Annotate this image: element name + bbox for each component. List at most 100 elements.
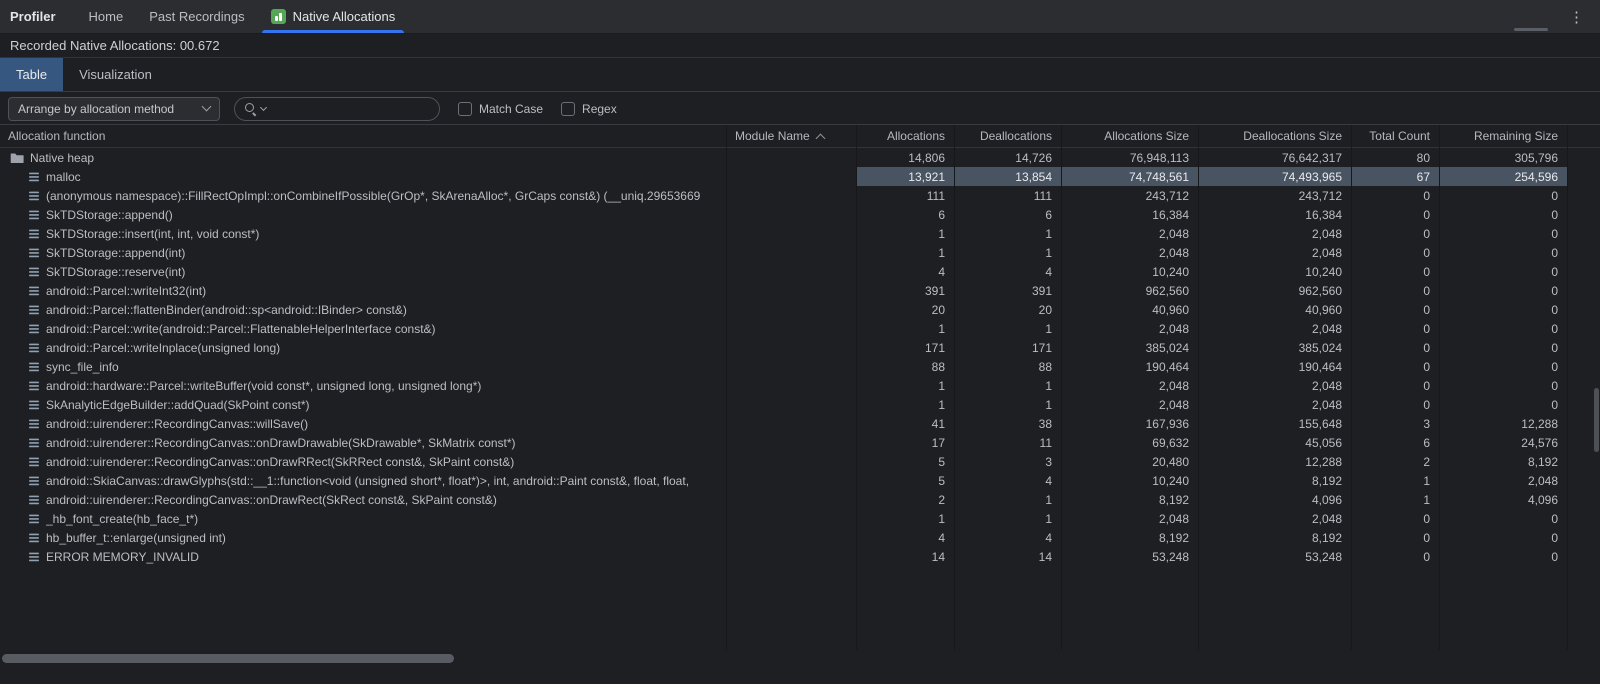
search-input[interactable] [272, 101, 430, 117]
table-row[interactable]: malloc13,92113,85474,748,56174,493,96567… [0, 167, 1600, 186]
module-name-cell [727, 357, 857, 376]
table-row[interactable]: android::uirenderer::RecordingCanvas::on… [0, 452, 1600, 471]
arrange-dropdown[interactable]: Arrange by allocation method [8, 97, 220, 121]
value-cell: 0 [1440, 338, 1568, 357]
value-cell: 20,480 [1062, 452, 1199, 471]
value-cell: 16,384 [1062, 205, 1199, 224]
value-cell: 243,712 [1062, 186, 1199, 205]
tab-label: Table [16, 67, 47, 82]
tab-home[interactable]: Home [76, 0, 137, 33]
value-cell: 80 [1352, 148, 1440, 167]
value-cell: 1 [857, 395, 955, 414]
match-case-checkbox[interactable]: Match Case [458, 102, 543, 116]
table-row[interactable]: _hb_font_create(hb_face_t*)112,0482,0480… [0, 509, 1600, 528]
table-row[interactable]: Native heap14,80614,72676,948,11376,642,… [0, 148, 1600, 167]
module-name-cell [727, 509, 857, 528]
module-name-cell [727, 490, 857, 509]
tab-past-recordings[interactable]: Past Recordings [136, 0, 257, 33]
table-row[interactable]: android::uirenderer::RecordingCanvas::wi… [0, 414, 1600, 433]
column-header-module-name[interactable]: Module Name [727, 125, 857, 147]
search-icon [244, 102, 257, 115]
value-cell: 0 [1352, 509, 1440, 528]
value-cell: 8,192 [1199, 528, 1352, 547]
value-cell: 2,048 [1199, 224, 1352, 243]
value-cell: 1 [1352, 471, 1440, 490]
value-cell: 8,192 [1440, 452, 1568, 471]
method-icon [28, 380, 40, 392]
table-row[interactable]: SkTDStorage::append(int)112,0482,04800 [0, 243, 1600, 262]
column-header-remaining-size[interactable]: Remaining Size [1440, 125, 1568, 147]
module-name-cell [727, 281, 857, 300]
value-cell: 45,056 [1199, 433, 1352, 452]
column-header-allocation-function[interactable]: Allocation function [0, 125, 727, 147]
table-row[interactable]: android::Parcel::flattenBinder(android::… [0, 300, 1600, 319]
column-header-deallocations-size[interactable]: Deallocations Size [1199, 125, 1352, 147]
column-header-allocations[interactable]: Allocations [857, 125, 955, 147]
table-row[interactable]: SkTDStorage::insert(int, int, void const… [0, 224, 1600, 243]
value-cell: 67 [1352, 167, 1440, 186]
method-icon [28, 437, 40, 449]
tabs-scrollbar-thumb[interactable] [1514, 28, 1548, 31]
table-row[interactable]: android::Parcel::writeInplace(unsigned l… [0, 338, 1600, 357]
value-cell: 16,384 [1199, 205, 1352, 224]
value-cell: 4,096 [1199, 490, 1352, 509]
function-name: _hb_font_create(hb_face_t*) [46, 512, 198, 526]
module-name-cell [727, 471, 857, 490]
table-row[interactable]: (anonymous namespace)::FillRectOpImpl::o… [0, 186, 1600, 205]
table-row[interactable]: android::SkiaCanvas::drawGlyphs(std::__1… [0, 471, 1600, 490]
column-header-allocations-size[interactable]: Allocations Size [1062, 125, 1199, 147]
value-cell: 111 [955, 186, 1062, 205]
value-cell: 12,288 [1199, 452, 1352, 471]
module-name-cell [727, 433, 857, 452]
column-header-deallocations[interactable]: Deallocations [955, 125, 1062, 147]
method-icon [28, 304, 40, 316]
horizontal-scrollbar-thumb[interactable] [2, 654, 454, 663]
tab-native-allocations[interactable]: Native Allocations [258, 0, 409, 33]
module-name-cell [727, 414, 857, 433]
function-name: SkTDStorage::reserve(int) [46, 265, 185, 279]
function-name: Native heap [30, 151, 94, 165]
table-row[interactable]: SkTDStorage::append()6616,38416,38400 [0, 205, 1600, 224]
search-box[interactable] [234, 97, 440, 121]
value-cell: 40,960 [1062, 300, 1199, 319]
value-cell: 2,048 [1062, 376, 1199, 395]
table-row[interactable]: android::uirenderer::RecordingCanvas::on… [0, 490, 1600, 509]
table-row[interactable]: SkTDStorage::reserve(int)4410,24010,2400… [0, 262, 1600, 281]
column-label: Allocation function [8, 129, 105, 143]
table-row[interactable]: android::Parcel::write(android::Parcel::… [0, 319, 1600, 338]
table-row[interactable]: android::Parcel::writeInt32(int)39139196… [0, 281, 1600, 300]
value-cell: 0 [1440, 319, 1568, 338]
method-icon [28, 551, 40, 563]
value-cell: 4 [857, 528, 955, 547]
module-name-cell [727, 167, 857, 186]
value-cell: 1 [857, 319, 955, 338]
function-name: android::SkiaCanvas::drawGlyphs(std::__1… [46, 474, 689, 488]
value-cell: 1 [955, 490, 1062, 509]
table-row[interactable]: ERROR MEMORY_INVALID141453,24853,24800 [0, 547, 1600, 566]
tab-table[interactable]: Table [0, 58, 63, 91]
value-cell: 0 [1440, 205, 1568, 224]
module-name-cell [727, 338, 857, 357]
regex-checkbox[interactable]: Regex [561, 102, 617, 116]
table-row[interactable]: hb_buffer_t::enlarge(unsigned int)448,19… [0, 528, 1600, 547]
value-cell: 14 [955, 547, 1062, 566]
table-body: Native heap14,80614,72676,948,11376,642,… [0, 148, 1600, 566]
table-row[interactable]: sync_file_info8888190,464190,46400 [0, 357, 1600, 376]
vertical-scrollbar-thumb[interactable] [1594, 388, 1599, 452]
table-row[interactable]: android::uirenderer::RecordingCanvas::on… [0, 433, 1600, 452]
value-cell: 1 [955, 395, 1062, 414]
tab-visualization[interactable]: Visualization [63, 58, 168, 91]
value-cell: 171 [857, 338, 955, 357]
kebab-menu-icon[interactable]: ⋮ [1553, 0, 1600, 33]
column-header-total-count[interactable]: Total Count [1352, 125, 1440, 147]
value-cell: 4 [955, 528, 1062, 547]
value-cell: 6 [955, 205, 1062, 224]
method-icon [28, 399, 40, 411]
function-name: android::Parcel::flattenBinder(android::… [46, 303, 407, 317]
value-cell: 0 [1440, 186, 1568, 205]
value-cell: 2,048 [1062, 395, 1199, 414]
tab-label: Home [89, 9, 124, 24]
chevron-down-icon [202, 102, 212, 112]
table-row[interactable]: android::hardware::Parcel::writeBuffer(v… [0, 376, 1600, 395]
table-row[interactable]: SkAnalyticEdgeBuilder::addQuad(SkPoint c… [0, 395, 1600, 414]
